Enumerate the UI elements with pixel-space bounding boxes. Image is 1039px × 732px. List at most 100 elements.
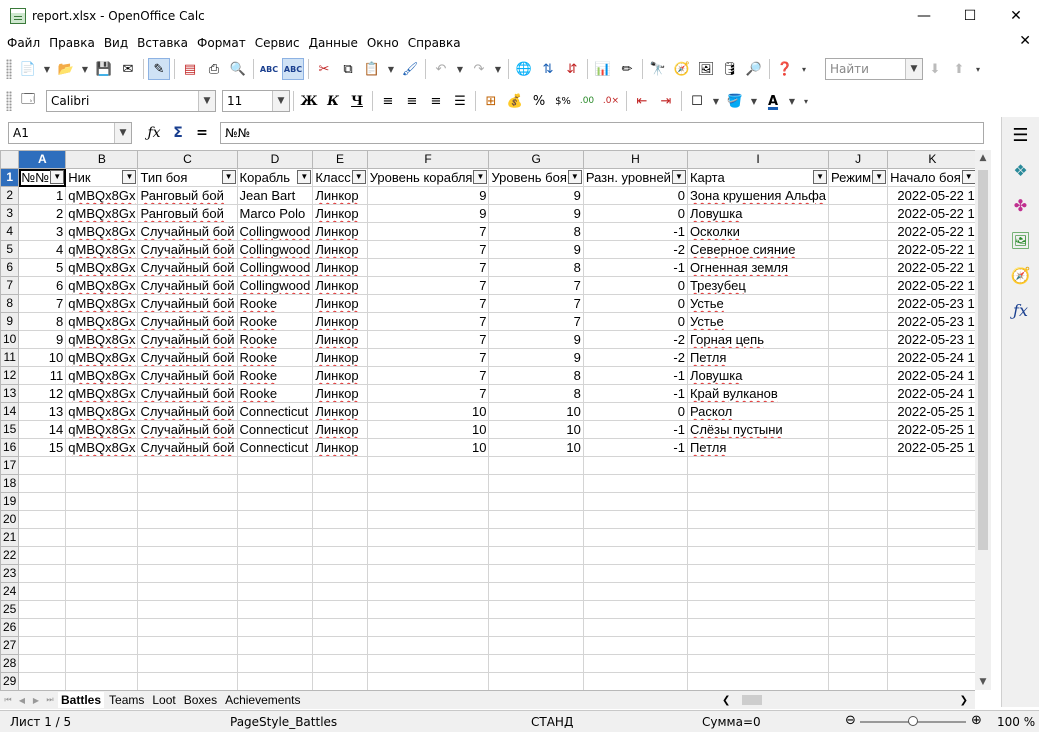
cell-battle-tier[interactable]: 8 [488,222,584,241]
gallery-icon[interactable]: 🖼 [695,58,717,80]
cell-tier-diff[interactable]: -1 [582,258,688,277]
dropdown-arrow-icon[interactable]: ▼ [786,90,798,112]
input-mode[interactable]: СТАНД [531,715,573,729]
cell-nick[interactable]: qMBQx8Gx [65,240,139,259]
empty-cell[interactable] [65,672,139,690]
empty-cell[interactable] [686,528,830,547]
print-icon[interactable]: ⎙ [203,58,225,80]
cell-mode[interactable] [828,222,889,241]
scroll-up-icon[interactable]: ▲ [975,150,991,166]
column-header-d[interactable]: D [236,150,314,169]
standard-format-icon[interactable]: $% [552,90,574,112]
empty-cell[interactable] [312,636,368,655]
row-header[interactable]: 17 [0,456,20,475]
cell-nick[interactable]: qMBQx8Gx [65,438,139,457]
cell-nick[interactable]: qMBQx8Gx [65,366,139,385]
cell-battle-tier[interactable]: 8 [488,366,584,385]
autofilter-dropdown-icon[interactable]: ▼ [813,170,828,184]
cell-nr[interactable]: 12 [18,384,67,403]
cell-class[interactable]: Линкор [312,258,368,277]
row-header[interactable]: 21 [0,528,20,547]
autofilter-dropdown-icon[interactable]: ▼ [961,170,975,184]
empty-cell[interactable] [137,474,238,493]
background-color-icon[interactable]: 🪣 [724,90,746,112]
column-header-e[interactable]: E [312,150,368,169]
row-header[interactable]: 25 [0,600,20,619]
header-cell-map[interactable]: Карта ▼ [686,168,830,187]
cell-start[interactable]: 2022-05-22 1 [887,222,975,241]
empty-cell[interactable] [686,546,830,565]
cell-class[interactable]: Линкор [312,204,368,223]
dropdown-arrow-icon[interactable]: ▼ [748,90,760,112]
cell-nr[interactable]: 7 [18,294,67,313]
empty-cell[interactable] [686,474,830,493]
cell-battle-tier[interactable]: 9 [488,348,584,367]
find-previous-icon[interactable]: ⬆ [948,58,970,80]
cell-ship-tier[interactable]: 7 [366,222,490,241]
empty-cell[interactable] [312,582,368,601]
empty-cell[interactable] [582,474,688,493]
row-header[interactable]: 6 [0,258,20,277]
empty-cell[interactable] [65,456,139,475]
cell-nr[interactable]: 3 [18,222,67,241]
cell-tier-diff[interactable]: -1 [582,366,688,385]
menu-data[interactable]: Данные [306,36,362,50]
row-header[interactable]: 27 [0,636,20,655]
chevron-down-icon[interactable]: ▼ [272,91,289,111]
find-input[interactable]: Найти ▼ [825,58,923,80]
name-box[interactable]: A1 ▼ [8,122,132,144]
cell-battle-type[interactable]: Случайный бой [137,438,238,457]
empty-cell[interactable] [488,510,584,529]
row-header[interactable]: 24 [0,582,20,601]
cell-nr[interactable]: 14 [18,420,67,439]
autofilter-dropdown-icon[interactable]: ▼ [473,170,488,184]
cell-class[interactable]: Линкор [312,312,368,331]
row-header[interactable]: 5 [0,240,20,259]
cell-nick[interactable]: qMBQx8Gx [65,348,139,367]
empty-cell[interactable] [65,636,139,655]
cell-nr[interactable]: 6 [18,276,67,295]
empty-cell[interactable] [65,618,139,637]
cell-nick[interactable]: qMBQx8Gx [65,204,139,223]
row-header[interactable]: 2 [0,186,20,205]
zoom-in-icon[interactable]: ⊕ [971,713,982,728]
cell-tier-diff[interactable]: 0 [582,186,688,205]
save-icon[interactable]: 💾 [93,58,115,80]
cell-start[interactable]: 2022-05-25 1 [887,402,975,421]
sheet-tab-battles[interactable]: Battles [58,692,105,708]
sum-icon[interactable]: Σ [166,122,190,144]
close-document-icon[interactable]: ✕ [1019,33,1031,49]
header-cell-mode[interactable]: Режим ▼ [828,168,889,187]
row-header[interactable]: 16 [0,438,20,457]
empty-cell[interactable] [312,456,368,475]
row-header[interactable]: 3 [0,204,20,223]
empty-cell[interactable] [65,528,139,547]
cell-battle-type[interactable]: Случайный бой [137,402,238,421]
cell-map[interactable]: Трезубец [686,276,830,295]
dropdown-arrow-icon[interactable]: ▼ [385,58,397,80]
empty-cell[interactable] [488,618,584,637]
empty-cell[interactable] [366,456,490,475]
autofilter-dropdown-icon[interactable]: ▼ [50,170,65,184]
cell-tier-diff[interactable]: 0 [582,276,688,295]
merge-cells-icon[interactable]: ⊞ [480,90,502,112]
empty-cell[interactable] [488,492,584,511]
cell-nick[interactable]: qMBQx8Gx [65,330,139,349]
cell-mode[interactable] [828,312,889,331]
new-document-icon[interactable]: 📄 [17,58,39,80]
cell-map[interactable]: Петля [686,348,830,367]
header-cell-ship-tier[interactable]: Уровень корабля ▼ [366,168,490,187]
dropdown-arrow-icon[interactable]: ▼ [454,58,466,80]
autofilter-dropdown-icon[interactable]: ▼ [567,170,582,184]
spellcheck-icon[interactable]: ABC [258,58,280,80]
empty-cell[interactable] [312,528,368,547]
row-header[interactable]: 22 [0,546,20,565]
cell-ship-tier[interactable]: 7 [366,276,490,295]
menu-window[interactable]: Окно [364,36,403,50]
empty-cell[interactable] [312,546,368,565]
cell-nr[interactable]: 5 [18,258,67,277]
empty-cell[interactable] [686,492,830,511]
select-all-corner[interactable] [0,150,20,169]
empty-cell[interactable] [312,618,368,637]
sheet-tab-boxes[interactable]: Boxes [181,692,220,708]
